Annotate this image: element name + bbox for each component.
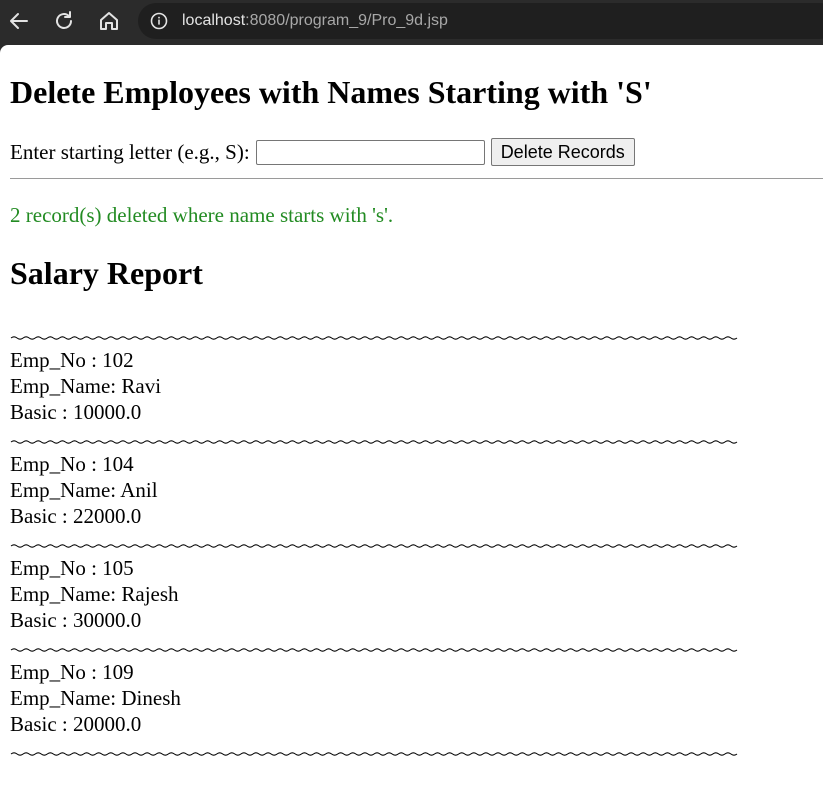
browser-toolbar: localhost:8080/program_9/Pro_9d.jsp [0,0,823,42]
emp-name-field: Emp_Name: Rajesh [10,582,179,606]
back-button[interactable] [4,6,34,36]
back-arrow-icon [10,13,28,29]
tilde-separator [10,737,750,763]
reload-button[interactable] [49,6,79,36]
home-button[interactable] [94,6,124,36]
reload-icon [56,11,72,29]
url-path: :8080/program_9/Pro_9d.jsp [245,12,448,29]
tilde-separator [10,633,750,659]
emp-no-field: Emp_No : 109 [10,660,134,684]
starting-letter-label: Enter starting letter (e.g., S): [10,139,250,164]
status-message: 2 record(s) deleted where name starts wi… [10,203,394,227]
emp-name-field: Emp_Name: Anil [10,478,158,502]
tilde-separator [10,321,750,347]
basic-salary-field: Basic : 10000.0 [10,400,142,424]
delete-form: Enter starting letter (e.g., S): Delete … [10,137,635,167]
page-title: Delete Employees with Names Starting wit… [10,74,652,110]
basic-salary-field: Basic : 22000.0 [10,504,142,528]
emp-name-field: Emp_Name: Dinesh [10,686,181,710]
tilde-separator [10,529,750,555]
address-url[interactable]: localhost:8080/program_9/Pro_9d.jsp [182,11,448,31]
divider [10,178,823,179]
delete-records-button[interactable]: Delete Records [490,138,635,166]
basic-salary-field: Basic : 30000.0 [10,608,142,632]
basic-salary-field: Basic : 20000.0 [10,712,142,736]
url-host: localhost [182,12,246,29]
emp-no-field: Emp_No : 105 [10,556,134,580]
page-content: Delete Employees with Names Starting wit… [0,45,823,809]
emp-no-field: Emp_No : 102 [10,348,134,372]
emp-name-field: Emp_Name: Ravi [10,374,162,398]
salary-report: Emp_No : 102 Emp_Name: Ravi Basic : 10000.… [10,321,750,763]
info-icon[interactable] [150,12,168,30]
tilde-separator [10,425,750,451]
starting-letter-input[interactable] [255,139,485,165]
emp-no-field: Emp_No : 104 [10,452,134,476]
address-bar[interactable]: localhost:8080/program_9/Pro_9d.jsp [138,3,823,39]
report-heading: Salary Report [10,255,203,291]
home-icon [100,12,118,30]
